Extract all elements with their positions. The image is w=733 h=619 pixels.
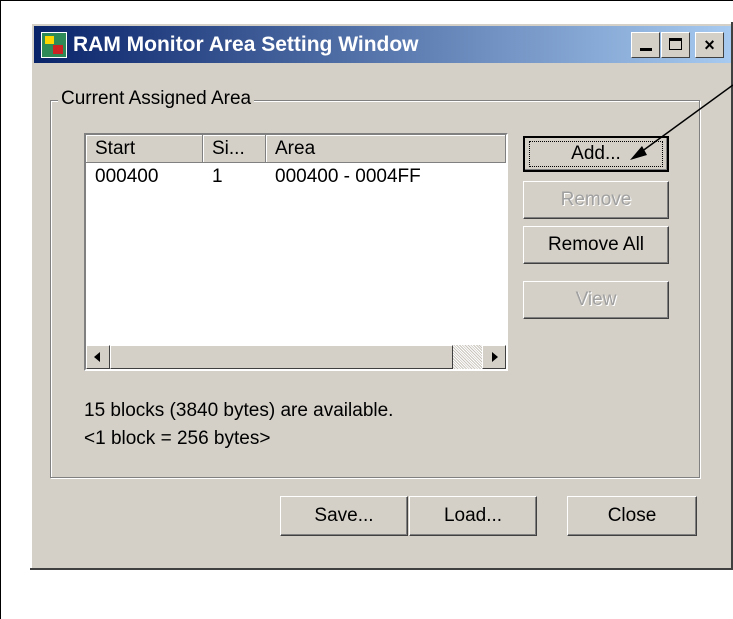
column-header-area[interactable]: Area — [266, 135, 506, 163]
arrow-left-icon — [94, 352, 100, 362]
view-button[interactable]: View — [523, 281, 669, 319]
arrow-right-icon — [492, 352, 498, 362]
close-button-label: Close — [607, 505, 657, 526]
window-title: RAM Monitor Area Setting Window — [73, 33, 419, 56]
scroll-thumb[interactable] — [110, 345, 453, 369]
load-button[interactable]: Load... — [409, 496, 537, 536]
scroll-right-button[interactable] — [482, 345, 506, 369]
app-icon — [41, 32, 67, 58]
scroll-track[interactable] — [453, 345, 482, 369]
cell-start: 000400 — [95, 166, 159, 187]
title-bar[interactable]: RAM Monitor Area Setting Window × — [34, 26, 731, 63]
add-button-label: Add... — [571, 143, 621, 164]
close-window-button[interactable]: × — [695, 32, 724, 58]
minimize-icon — [640, 48, 652, 51]
save-button[interactable]: Save... — [280, 496, 408, 536]
figure-frame-left — [0, 0, 1, 619]
view-button-label: View — [575, 289, 617, 310]
group-label: Current Assigned Area — [58, 88, 255, 110]
remove-button-label: Remove — [560, 189, 632, 210]
close-button[interactable]: Close — [567, 496, 697, 536]
horizontal-scrollbar[interactable] — [86, 345, 506, 369]
column-header-size[interactable]: Si... — [203, 135, 266, 163]
list-header: Start Si... Area — [86, 135, 506, 163]
list-item[interactable]: 000400 1 000400 - 0004FF — [86, 165, 506, 189]
load-button-label: Load... — [443, 505, 503, 526]
area-list[interactable]: Start Si... Area 000400 1 000400 - 0004F… — [84, 133, 508, 371]
scroll-left-button[interactable] — [86, 345, 110, 369]
cell-area: 000400 - 0004FF — [275, 166, 421, 187]
add-button[interactable]: Add... — [523, 136, 669, 172]
minimize-button[interactable] — [631, 32, 660, 58]
save-button-label: Save... — [314, 505, 374, 526]
block-size-text: <1 block = 256 bytes> — [84, 428, 271, 449]
close-icon: × — [704, 35, 715, 55]
remove-all-button[interactable]: Remove All — [523, 226, 669, 264]
remove-all-button-label: Remove All — [547, 234, 645, 255]
maximize-icon — [669, 38, 682, 50]
figure-frame-top — [0, 0, 733, 1]
remove-button[interactable]: Remove — [523, 181, 669, 219]
cell-size: 1 — [212, 166, 223, 187]
maximize-button[interactable] — [661, 32, 690, 58]
column-header-start[interactable]: Start — [86, 135, 203, 163]
available-blocks-text: 15 blocks (3840 bytes) are available. — [84, 400, 394, 421]
